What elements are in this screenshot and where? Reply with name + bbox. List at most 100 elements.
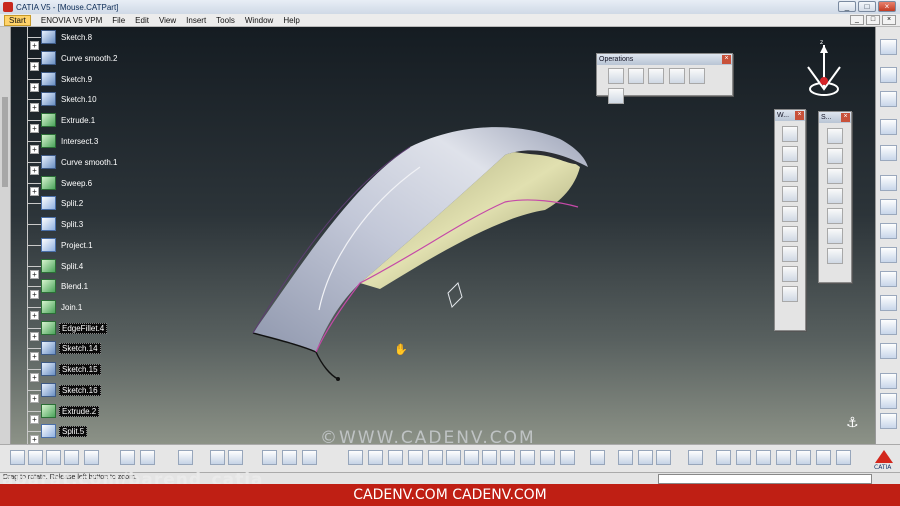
join-icon[interactable] (608, 68, 624, 84)
sweep-icon[interactable] (827, 208, 843, 224)
tree-item[interactable]: + Sweep.6 (20, 175, 94, 196)
undo-icon[interactable] (140, 450, 155, 465)
grid-icon[interactable] (796, 450, 811, 465)
open-icon[interactable] (28, 450, 43, 465)
surface-icon[interactable] (880, 247, 897, 263)
tree-scroll-thumb[interactable] (2, 97, 8, 187)
menu-file[interactable]: File (112, 16, 125, 25)
circle-icon[interactable] (782, 246, 798, 262)
analysis-icon[interactable] (880, 145, 897, 161)
formula-icon[interactable] (210, 450, 225, 465)
wireframe-close-button[interactable]: × (795, 111, 804, 120)
maximize-button[interactable]: □ (858, 1, 876, 12)
operations-toolbar-title[interactable]: Operations × (597, 54, 732, 65)
3d-viewport[interactable]: ✋ ⚓ + Sketch.8 + Curve smooth.2 + Sketch.9 … (0, 27, 875, 444)
zoom-in-icon[interactable] (428, 450, 443, 465)
menu-tools[interactable]: Tools (216, 16, 235, 25)
minimize-button[interactable]: _ (838, 1, 856, 12)
paste-icon[interactable] (120, 450, 135, 465)
shape-icon[interactable] (880, 271, 897, 287)
iso-view-icon[interactable] (500, 450, 515, 465)
shading-icon[interactable] (520, 450, 535, 465)
save-icon[interactable] (46, 450, 61, 465)
view-icon[interactable] (482, 450, 497, 465)
tree-item[interactable]: + Blend.1 (20, 278, 90, 299)
point-icon[interactable] (782, 126, 798, 142)
tree-scrollbar[interactable] (0, 27, 11, 444)
sphere-icon[interactable] (827, 168, 843, 184)
menu-window[interactable]: Window (245, 16, 273, 25)
command-input[interactable] (658, 474, 872, 484)
doc-minimize-button[interactable]: _ (850, 15, 864, 25)
menu-view[interactable]: View (159, 16, 176, 25)
comment-icon[interactable] (228, 450, 243, 465)
zoom-out-icon[interactable] (446, 450, 461, 465)
boundary-icon[interactable] (880, 393, 897, 409)
hide-show-icon[interactable] (540, 450, 555, 465)
select-icon[interactable] (880, 67, 897, 83)
wireframe-toolbar[interactable]: W... × (774, 109, 806, 331)
render-icon[interactable] (302, 450, 317, 465)
table-icon[interactable] (776, 450, 791, 465)
block-icon[interactable] (262, 450, 277, 465)
surfaces-toolbar[interactable]: S... × (818, 111, 852, 283)
tree-item[interactable]: + Sketch.9 (20, 71, 94, 92)
tree-item[interactable]: Split.2 (20, 195, 85, 211)
doc-close-button[interactable]: × (882, 15, 896, 25)
print-icon[interactable] (64, 450, 79, 465)
revolve-icon[interactable] (827, 148, 843, 164)
wireframe-toolbar-title[interactable]: W... × (775, 110, 805, 121)
fill-icon[interactable] (827, 248, 843, 264)
rotate-icon[interactable] (408, 450, 423, 465)
cut-icon[interactable] (84, 450, 99, 465)
mouse-surface-model[interactable]: ✋ ⚓ (0, 27, 875, 444)
fillet-icon[interactable] (648, 68, 665, 84)
sketcher-icon[interactable] (880, 39, 897, 55)
repetition-icon[interactable] (880, 413, 897, 429)
normal-view-icon[interactable] (464, 450, 479, 465)
extrapolate-icon[interactable] (608, 88, 624, 104)
tree-item[interactable]: Split.3 (20, 216, 85, 232)
grid-icon[interactable] (880, 199, 897, 215)
operations-toolbar[interactable]: Operations × (596, 53, 733, 104)
tree-item[interactable]: + Curve smooth.2 (20, 50, 119, 71)
analysis-icon[interactable] (688, 450, 703, 465)
extract-icon[interactable] (880, 343, 897, 359)
new-icon[interactable] (10, 450, 25, 465)
tree-item[interactable]: + Split.4 (20, 258, 85, 279)
offset-icon[interactable] (782, 226, 798, 242)
surfaces-close-button[interactable]: × (841, 113, 850, 122)
axis-system-icon[interactable] (282, 450, 297, 465)
whats-this-icon[interactable] (178, 450, 193, 465)
tree-item[interactable]: + Curve smooth.1 (20, 154, 119, 175)
swap-space-icon[interactable] (560, 450, 575, 465)
point-icon[interactable] (880, 91, 897, 107)
split-icon[interactable] (628, 68, 645, 84)
tree-item[interactable]: + EdgeFillet.4 (20, 320, 108, 341)
offset-surface-icon[interactable] (827, 188, 843, 204)
apply-material-icon[interactable] (618, 450, 633, 465)
tree-item[interactable]: + Sketch.8 (20, 29, 94, 50)
sketch-icon[interactable] (880, 119, 897, 135)
combine-icon[interactable] (782, 206, 798, 222)
tree-item[interactable]: + Extrude.2 (20, 403, 100, 424)
tree-item[interactable]: + Intersect.3 (20, 133, 100, 154)
tree-item[interactable]: + Sketch.15 (20, 361, 101, 382)
constraint-icon[interactable] (880, 175, 897, 191)
tree-item[interactable]: + Sketch.14 (20, 340, 101, 361)
fly-icon[interactable] (348, 450, 363, 465)
clock-icon[interactable] (736, 450, 751, 465)
spline-icon[interactable] (782, 266, 798, 282)
fillet-icon[interactable] (880, 295, 897, 311)
extract-icon[interactable] (688, 68, 705, 84)
transform-icon[interactable] (880, 319, 897, 335)
tree-item[interactable]: Project.1 (20, 237, 95, 253)
translate-icon[interactable] (668, 68, 685, 84)
tree-item[interactable]: + Extrude.1 (20, 112, 97, 133)
menu-enovia[interactable]: ENOVIA V5 VPM (41, 16, 102, 25)
plane-icon[interactable] (782, 166, 798, 182)
close-button[interactable]: × (878, 1, 896, 12)
helix-icon[interactable] (782, 286, 798, 302)
line-icon[interactable] (782, 146, 798, 162)
tree-item[interactable]: + Sketch.16 (20, 382, 101, 403)
